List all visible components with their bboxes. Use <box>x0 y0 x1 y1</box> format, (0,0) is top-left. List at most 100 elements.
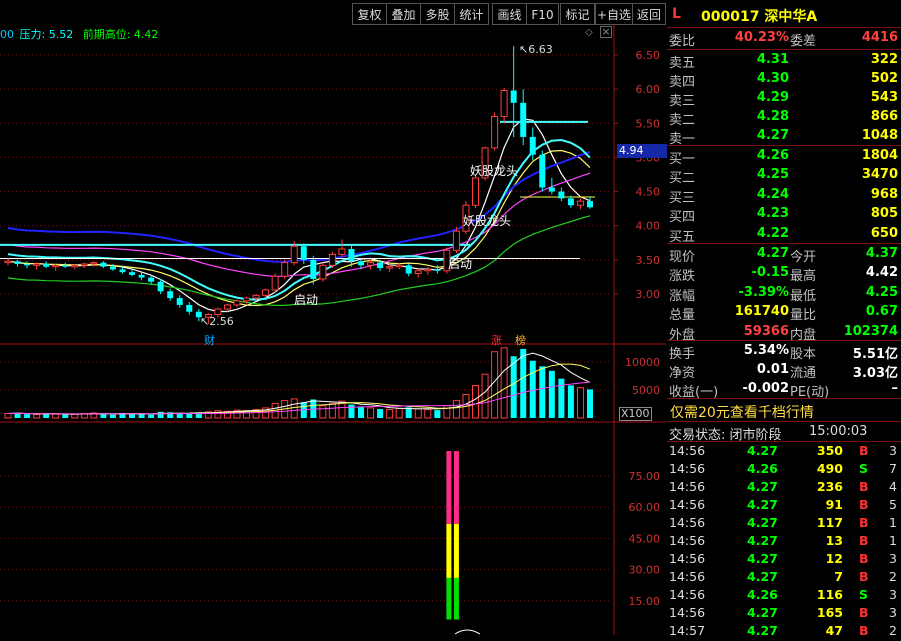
tick-price: 4.27 <box>747 533 778 548</box>
sell-level-price: 4.29 <box>756 90 789 105</box>
volume-bar <box>548 370 555 418</box>
candle-body <box>33 263 41 266</box>
signal-bar-mid <box>446 523 452 578</box>
statistics-button[interactable]: 统计 <box>454 3 489 25</box>
quote-label: 现价 <box>669 250 696 265</box>
fundamental-row: 净资 0.01 流通 3.03亿 <box>667 362 901 381</box>
limit-up-badge[interactable]: 涨 <box>491 332 502 348</box>
candle-body <box>319 264 327 280</box>
launch-label-1: 启动 <box>294 293 319 307</box>
quote-label: 总量 <box>669 308 696 324</box>
candle-body <box>252 294 260 299</box>
fundamental-value: -0.002 <box>742 381 789 396</box>
volume-scale-button[interactable]: X100 <box>619 407 652 421</box>
add-watchlist-button[interactable]: +自选 <box>595 3 633 25</box>
candle-body <box>395 264 403 268</box>
candle-body <box>52 264 60 268</box>
tick-row: 14:56 4.27 117 B 1 <box>667 515 901 533</box>
restore-rights-button[interactable]: 复权 <box>352 3 387 25</box>
back-button[interactable]: 返回 <box>632 3 666 25</box>
candle-body <box>520 102 527 137</box>
quote-value-2: 102374 <box>843 323 898 339</box>
stock-code-name: 000017 深中华A <box>701 9 818 25</box>
fundamental-label: 换手 <box>669 347 696 362</box>
buy-level-label: 买三 <box>669 190 696 206</box>
low-arrow-icon: ↖ <box>200 315 210 328</box>
quote-value: 4.27 <box>756 246 789 261</box>
volume-bar <box>24 414 31 418</box>
oscillator-curve <box>454 629 481 635</box>
candle-body <box>100 262 107 267</box>
tick-price: 4.27 <box>747 479 778 494</box>
candle-body <box>271 275 279 291</box>
quote-row: 涨跌 -0.15 最高 4.42 <box>667 265 901 284</box>
volume-bar <box>567 385 574 418</box>
candle-body <box>129 272 136 275</box>
candle-body <box>310 259 317 279</box>
candle-body <box>434 269 441 271</box>
tick-count: 3 <box>889 443 897 458</box>
tick-side: B <box>859 515 869 530</box>
buy-level-volume: 805 <box>870 206 898 222</box>
candle-body <box>71 264 79 268</box>
price-tick-label: 3.00 <box>636 288 661 301</box>
candle-body <box>262 289 270 296</box>
quote-label-2: 量比 <box>790 308 817 324</box>
tick-row: 14:56 4.26 116 S 3 <box>667 587 901 605</box>
candle-body <box>43 263 50 267</box>
tick-count: 4 <box>889 479 897 494</box>
tick-time: 14:56 <box>669 461 706 476</box>
tick-count: 3 <box>889 551 897 566</box>
tick-time: 14:56 <box>669 587 706 602</box>
draw-line-button[interactable]: 画线 <box>492 3 527 25</box>
fundamental-value: 0.01 <box>756 362 789 377</box>
candle-body <box>328 253 336 266</box>
multi-stock-button[interactable]: 多股 <box>420 3 455 25</box>
tick-price: 4.27 <box>747 569 778 584</box>
volume-bar <box>500 347 508 419</box>
tick-price: 4.26 <box>747 461 778 476</box>
candle-body <box>567 198 574 206</box>
volume-bar <box>386 409 394 419</box>
candle-body <box>4 260 12 264</box>
sell-level-volume: 502 <box>870 71 898 86</box>
ranking-badge[interactable]: 榜 <box>515 332 526 348</box>
tick-price: 4.26 <box>747 587 778 602</box>
volume-bar <box>539 366 546 418</box>
kline-chart[interactable]: 6.506.005.505.004.504.003.503.0010000500… <box>0 25 666 635</box>
signal-bar-mid <box>453 523 459 578</box>
fundamental-value: 5.34% <box>743 343 789 358</box>
tick-time: 14:56 <box>669 605 706 620</box>
sell-level-label: 卖四 <box>669 75 696 90</box>
volume-bar <box>434 410 441 418</box>
stock-header: L 000017 深中华A <box>667 6 901 26</box>
tick-count: 3 <box>889 605 897 620</box>
candle-body <box>348 248 355 262</box>
candle-body <box>405 265 412 274</box>
tick-volume: 91 <box>825 497 843 512</box>
sell-level-price: 4.27 <box>756 128 789 143</box>
sell-level-price: 4.30 <box>756 71 789 86</box>
tick-count: 7 <box>889 461 897 476</box>
candle-body <box>424 268 432 272</box>
finance-badge[interactable]: 财 <box>204 332 215 348</box>
tick-volume: 490 <box>816 461 843 476</box>
candle-body <box>377 262 384 269</box>
overlay-button[interactable]: 叠加 <box>386 3 421 25</box>
volume-bar <box>377 409 384 418</box>
quote-value-2: 0.67 <box>865 304 898 320</box>
volume-bar <box>358 406 365 418</box>
volume-bar <box>529 360 536 418</box>
volume-bar <box>452 400 460 419</box>
quote-value: -0.15 <box>751 265 789 281</box>
tick-side: B <box>859 497 869 512</box>
volume-tick-label: 10000 <box>625 356 660 369</box>
volume-bar <box>319 405 327 419</box>
buy-level-price: 4.24 <box>756 186 789 202</box>
candle-body <box>300 246 307 260</box>
f10-button[interactable]: F10 <box>526 3 559 25</box>
volume-bar <box>328 402 336 419</box>
promo-link[interactable]: 仅需20元查看千档行情 <box>667 402 901 422</box>
mark-button[interactable]: 标记 <box>560 3 595 25</box>
volume-bar <box>443 405 451 419</box>
